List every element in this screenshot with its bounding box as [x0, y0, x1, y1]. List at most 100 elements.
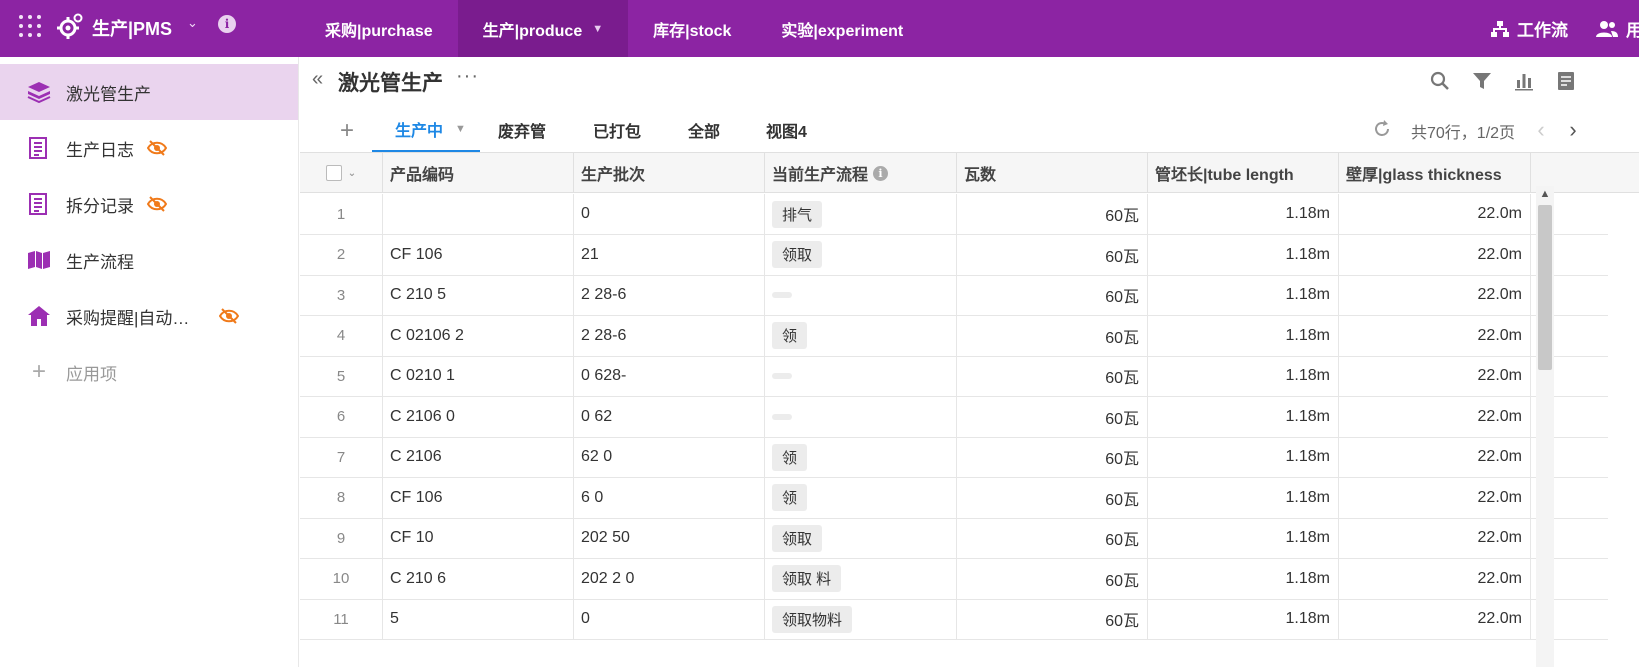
users-button[interactable]: 用 [1596, 16, 1639, 41]
watt-cell[interactable]: 60瓦 [957, 599, 1148, 639]
batch-cell[interactable]: 2 28-6 [574, 275, 765, 315]
length-cell[interactable]: 1.18m [1148, 315, 1339, 356]
nav-purchase[interactable]: 采购|purchase [300, 0, 458, 57]
select-all-checkbox[interactable] [325, 165, 342, 181]
thickness-cell[interactable]: 22.0m [1339, 356, 1531, 396]
report-icon[interactable] [1545, 67, 1587, 95]
product-code-cell[interactable]: C 210 5 [383, 275, 574, 315]
sidebar-item-production-flow[interactable]: 生产流程 [0, 232, 298, 288]
batch-cell[interactable]: 202 50 [574, 518, 765, 558]
process-cell[interactable]: 领取 [765, 234, 957, 275]
search-icon[interactable] [1419, 67, 1461, 95]
table-row[interactable]: 3 C 210 5 2 28-6 60瓦 1.18m 22.0m [300, 275, 1608, 316]
batch-cell[interactable]: 6 0 [574, 477, 765, 518]
table-row[interactable]: 9 CF 10 202 50 领取 60瓦 1.18m 22.0m [300, 518, 1608, 559]
nav-stock[interactable]: 库存|stock [628, 0, 756, 57]
length-cell[interactable]: 1.18m [1148, 437, 1339, 477]
sidebar-item-purchase-reminder[interactable]: 采购提醒|自动… [0, 288, 298, 344]
table-row[interactable]: 11 5 0 领取物料 60瓦 1.18m 22.0m [300, 599, 1608, 640]
caret-down-icon[interactable]: ▼ [455, 123, 466, 135]
product-code-cell[interactable]: C 02106 2 [383, 315, 574, 356]
process-cell[interactable]: 领取物料 [765, 599, 957, 639]
scrollbar-thumb[interactable] [1538, 205, 1552, 370]
process-cell[interactable] [765, 275, 957, 315]
length-cell[interactable]: 1.18m [1148, 558, 1339, 599]
tab-packed[interactable]: 已打包 [593, 107, 641, 153]
product-code-cell[interactable] [383, 194, 574, 234]
nav-produce[interactable]: 生产|produce ▼ [457, 0, 629, 57]
table-row[interactable]: 6 C 2106 0 0 62 60瓦 1.18m 22.0m [300, 396, 1608, 438]
tab-view4[interactable]: 视图4 [766, 107, 807, 153]
product-code-cell[interactable]: CF 106 [383, 234, 574, 275]
process-cell[interactable]: 排气 [765, 194, 957, 234]
watt-cell[interactable]: 60瓦 [957, 396, 1148, 437]
watt-cell[interactable]: 60瓦 [957, 275, 1148, 315]
length-cell[interactable]: 1.18m [1148, 396, 1339, 437]
info-icon[interactable]: i [218, 15, 236, 33]
sidebar-item-split-records[interactable]: 拆分记录 [0, 176, 298, 232]
column-header-thickness[interactable]: 壁厚|glass thickness [1339, 153, 1531, 193]
thickness-cell[interactable]: 22.0m [1339, 234, 1531, 275]
thickness-cell[interactable]: 22.0m [1339, 558, 1531, 599]
sidebar-item-production-log[interactable]: 生产日志 [0, 120, 298, 176]
thickness-cell[interactable]: 22.0m [1339, 518, 1531, 558]
process-cell[interactable]: 领 [765, 477, 957, 518]
watt-cell[interactable]: 60瓦 [957, 477, 1148, 518]
thickness-cell[interactable]: 22.0m [1339, 315, 1531, 356]
batch-cell[interactable]: 0 [574, 599, 765, 639]
batch-cell[interactable]: 202 2 0 [574, 558, 765, 599]
length-cell[interactable]: 1.18m [1148, 275, 1339, 315]
add-app-item-button[interactable]: + 应用项 [0, 344, 298, 400]
chevron-down-icon[interactable]: ⌄ [348, 168, 356, 179]
length-cell[interactable]: 1.18m [1148, 234, 1339, 275]
column-header-batch[interactable]: 生产批次 [574, 153, 765, 193]
length-cell[interactable]: 1.18m [1148, 356, 1339, 396]
batch-cell[interactable]: 0 628- [574, 356, 765, 396]
bar-chart-icon[interactable] [1503, 67, 1545, 95]
product-code-cell[interactable]: CF 106 [383, 477, 574, 518]
watt-cell[interactable]: 60瓦 [957, 234, 1148, 275]
length-cell[interactable]: 1.18m [1148, 477, 1339, 518]
watt-cell[interactable]: 60瓦 [957, 437, 1148, 477]
table-row[interactable]: 10 C 210 6 202 2 0 领取 料 60瓦 1.18m 22.0m [300, 558, 1608, 600]
thickness-cell[interactable]: 22.0m [1339, 194, 1531, 234]
table-row[interactable]: 2 CF 106 21 领取 60瓦 1.18m 22.0m [300, 234, 1608, 276]
column-header-process[interactable]: 当前生产流程 i [765, 153, 957, 193]
process-cell[interactable]: 领 [765, 315, 957, 356]
watt-cell[interactable]: 60瓦 [957, 356, 1148, 396]
scroll-up-icon[interactable]: ▲ [1538, 188, 1552, 202]
column-header-watt[interactable]: 瓦数 [957, 153, 1148, 193]
info-icon[interactable]: i [873, 165, 889, 181]
thickness-cell[interactable]: 22.0m [1339, 599, 1531, 639]
next-page-icon[interactable]: › [1557, 117, 1589, 143]
sidebar-item-laser-production[interactable]: 激光管生产 [0, 64, 298, 120]
table-row[interactable]: 5 C 0210 1 0 628- 60瓦 1.18m 22.0m [300, 356, 1608, 397]
watt-cell[interactable]: 60瓦 [957, 558, 1148, 599]
prev-page-icon[interactable]: ‹ [1525, 117, 1557, 143]
watt-cell[interactable]: 60瓦 [957, 518, 1148, 558]
table-row[interactable]: 1 0 排气 60瓦 1.18m 22.0m [300, 194, 1608, 235]
length-cell[interactable]: 1.18m [1148, 194, 1339, 234]
watt-cell[interactable]: 60瓦 [957, 194, 1148, 234]
column-header-code[interactable]: 产品编码 [383, 153, 574, 193]
length-cell[interactable]: 1.18m [1148, 518, 1339, 558]
product-code-cell[interactable]: C 210 6 [383, 558, 574, 599]
process-cell[interactable]: 领取 [765, 518, 957, 558]
app-title[interactable]: 生产|PMS [92, 15, 172, 41]
filter-icon[interactable] [1461, 67, 1503, 95]
tab-in-production[interactable]: 生产中 ▼ [372, 107, 480, 153]
batch-cell[interactable]: 21 [574, 234, 765, 275]
process-cell[interactable] [765, 356, 957, 396]
product-code-cell[interactable]: 5 [383, 599, 574, 639]
product-code-cell[interactable]: C 2106 [383, 437, 574, 477]
product-code-cell[interactable]: CF 10 [383, 518, 574, 558]
batch-cell[interactable]: 62 0 [574, 437, 765, 477]
process-cell[interactable]: 领 [765, 437, 957, 477]
batch-cell[interactable]: 0 62 [574, 396, 765, 437]
more-icon[interactable]: ··· [456, 65, 479, 88]
process-cell[interactable]: 领取 料 [765, 558, 957, 599]
thickness-cell[interactable]: 22.0m [1339, 396, 1531, 437]
table-row[interactable]: 4 C 02106 2 2 28-6 领 60瓦 1.18m 22.0m [300, 315, 1608, 357]
chevron-down-icon[interactable]: ⌄ [187, 15, 198, 31]
thickness-cell[interactable]: 22.0m [1339, 437, 1531, 477]
